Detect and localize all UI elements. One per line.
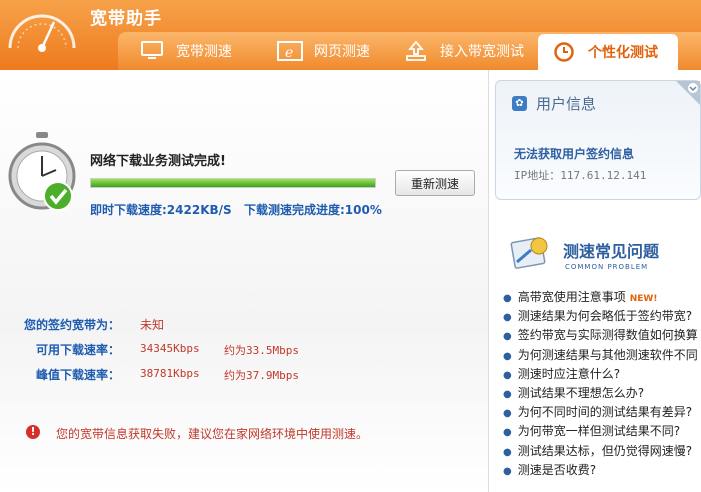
faq-item[interactable]: ● 测速结果为何会略低于签约带宽? xyxy=(503,307,701,326)
download-progress-bar xyxy=(90,178,376,188)
user-info-title: 用户信息 xyxy=(536,95,597,113)
faq-list: ● 高带宽使用注意事项 NEW! ● 测速结果为何会略低于签约带宽? ● 签约带宽与实际… xyxy=(503,288,701,480)
contract-bandwidth-label: 您的签约宽带为： xyxy=(24,318,121,332)
bullet-icon: ● xyxy=(503,350,512,362)
faq-item[interactable]: ● 高带宽使用注意事项 NEW! xyxy=(503,288,701,307)
instant-download-speed: 即时下载速度:2422KB/S xyxy=(90,203,232,217)
faq-item[interactable]: ● 为何带宽一样但测试结果不同? xyxy=(503,422,701,441)
bullet-icon: ● xyxy=(503,293,512,304)
new-badge: NEW! xyxy=(629,294,658,304)
user-info-panel: ✿ 用户信息 无法获取用户签约信息 IP地址：117.61.12.141 xyxy=(495,80,701,200)
tab-label: 网页测速 xyxy=(314,44,370,60)
bullet-icon: ● xyxy=(503,331,512,343)
monitor-icon xyxy=(138,39,166,63)
tab-personalized-test[interactable]: 个性化测试 xyxy=(538,34,678,70)
available-download-rate-kbps: 34345Kbps xyxy=(140,342,200,355)
test-status: 网络下载业务测试完成! xyxy=(90,154,226,169)
faq-tools-icon xyxy=(510,237,548,269)
faq-item[interactable]: ● 测速时应注意什么? xyxy=(503,365,701,384)
browser-icon: e xyxy=(276,39,304,63)
stopwatch-check-icon xyxy=(8,132,76,211)
tab-label: 宽带测速 xyxy=(176,44,232,60)
test-panel: 网络下载业务测试完成! 重新测速 即时下载速度:2422KB/S 下载测速完成进… xyxy=(0,70,488,492)
faq-title: 测速常见问题 xyxy=(563,242,660,261)
upload-icon xyxy=(402,39,430,63)
bullet-icon: ● xyxy=(503,312,512,324)
bullet-icon: ● xyxy=(503,369,512,381)
bullet-icon: ● xyxy=(503,388,512,400)
tab-bar: 宽带测速 e 网页测速 接入带宽测试 个性化测试 xyxy=(118,32,701,70)
faq-item[interactable]: ● 为何不同时间的测试结果有差异? xyxy=(503,403,701,422)
user-info-icon: ✿ xyxy=(512,96,527,111)
faq-item[interactable]: ● 测试结果达标，但仍觉得网速慢? xyxy=(503,442,701,461)
tab-label: 接入带宽测试 xyxy=(440,44,524,60)
progress-fill xyxy=(91,179,375,187)
peak-download-rate-mbps: 约为37.9Mbps xyxy=(224,369,299,382)
faq-item[interactable]: ● 测速是否收费? xyxy=(503,461,701,480)
clock-icon xyxy=(550,40,578,64)
bullet-icon: ● xyxy=(503,465,512,477)
peak-download-rate-kbps: 38781Kbps xyxy=(140,367,200,380)
user-ip-address: IP地址：117.61.12.141 xyxy=(514,169,647,182)
sidebar: ✿ 用户信息 无法获取用户签约信息 IP地址：117.61.12.141 测速常… xyxy=(488,70,701,492)
tab-access-bandwidth-test[interactable]: 接入带宽测试 xyxy=(402,32,524,70)
bullet-icon: ● xyxy=(503,446,512,458)
available-download-rate-label: 可用下载速率： xyxy=(36,343,121,357)
bullet-icon: ● xyxy=(503,427,512,439)
error-icon: ! xyxy=(26,425,40,439)
faq-item[interactable]: ● 测试结果不理想怎么办? xyxy=(503,384,701,403)
faq-item[interactable]: ● 签约带宽与实际测得数值如何换算 xyxy=(503,326,701,345)
app-header: 宽带助手 宽带测速 e 网页测速 接入带宽测试 个性化测试 xyxy=(0,0,701,70)
app-title: 宽带助手 xyxy=(90,9,162,29)
faq-subtitle: COMMON PROBLEM xyxy=(565,263,649,271)
tab-broadband-speed[interactable]: 宽带测速 xyxy=(138,32,232,70)
retest-button[interactable]: 重新测速 xyxy=(395,170,475,196)
faq-item[interactable]: ● 为何测速结果与其他测速软件不同 xyxy=(503,346,701,365)
download-completion-progress: 下载测速完成进度:100% xyxy=(244,203,382,217)
svg-text:e: e xyxy=(285,45,293,61)
error-message: 您的宽带信息获取失败，建议您在家网络环境中使用测速。 xyxy=(56,427,369,441)
bullet-icon: ● xyxy=(503,408,512,420)
tab-webpage-speed[interactable]: e 网页测速 xyxy=(276,32,370,70)
speedometer-logo-icon xyxy=(8,14,76,52)
contract-bandwidth-value: 未知 xyxy=(140,318,165,332)
collapse-arrow-icon[interactable] xyxy=(676,81,700,105)
user-info-message: 无法获取用户签约信息 xyxy=(514,147,635,161)
peak-download-rate-label: 峰值下载速率： xyxy=(36,368,121,382)
available-download-rate-mbps: 约为33.5Mbps xyxy=(224,344,299,357)
tab-label: 个性化测试 xyxy=(588,45,658,61)
